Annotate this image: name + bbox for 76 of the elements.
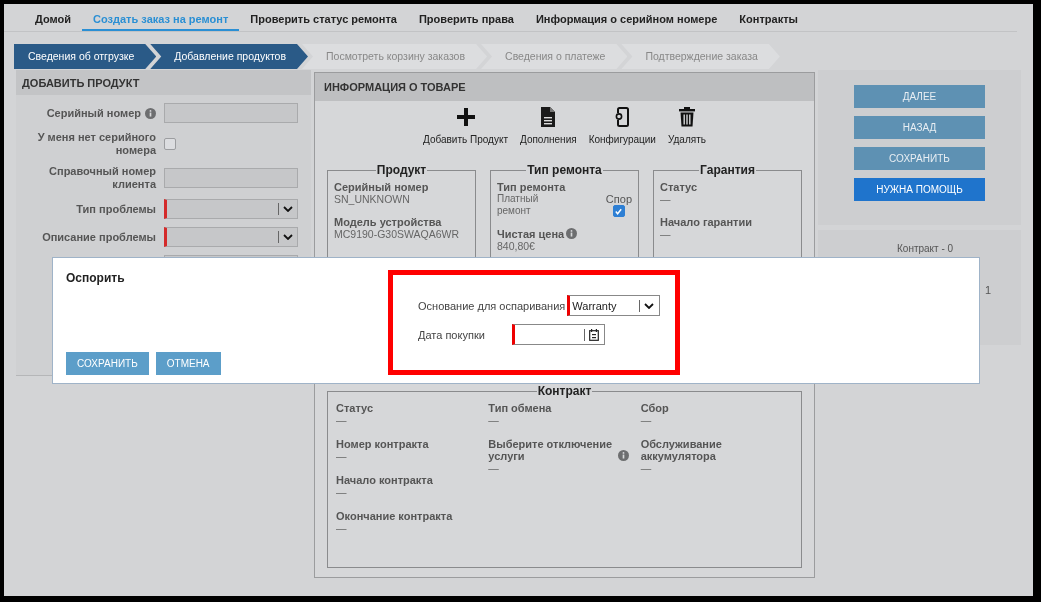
info-icon (566, 228, 578, 239)
info-label: Выберите отключение услуги (488, 438, 614, 462)
info-value: Платный ремонт (497, 193, 539, 217)
text-field[interactable] (164, 168, 298, 188)
nav-tab[interactable]: Домой (24, 4, 83, 31)
field-label: Основание для оспаривания (418, 299, 566, 312)
info-label: Тип обмена (488, 402, 552, 414)
section-title: Продукт (375, 163, 428, 177)
info-icon (145, 107, 156, 119)
info-value: 840,80€ (497, 240, 536, 252)
nav-tab[interactable]: Проверить права (407, 4, 525, 31)
info-label: Начало контракта (336, 474, 433, 486)
field-label: Тип проблемы (76, 202, 156, 216)
toolbar-button[interactable]: Добавить Продукт (423, 107, 508, 145)
section-title: Тип ремонта (526, 163, 603, 177)
info-label: Начало гарантии (660, 216, 752, 228)
field-label: Дата покупки (418, 328, 486, 341)
info-value: SN_UNKNOWN (334, 193, 411, 205)
chevron-down-icon (644, 302, 655, 309)
checkbox[interactable] (612, 205, 625, 217)
info-label: Серийный номер (334, 181, 429, 193)
info-value: — (488, 462, 500, 474)
info-value: — (336, 450, 348, 462)
field-label: Описание проблемы (42, 230, 156, 244)
contract-count: Контракт - 0 (897, 243, 954, 254)
chevron-down-icon (283, 234, 293, 240)
info-value: — (336, 414, 348, 426)
checkbox[interactable] (164, 138, 176, 150)
info-label: Номер контракта (336, 438, 429, 450)
info-value: — (660, 228, 672, 240)
field-label: Справочный номер клиента (48, 165, 156, 191)
info-label: Обслуживание аккумулятора (640, 438, 723, 462)
select-field[interactable] (164, 227, 298, 247)
info-value: MC9190-G30SWAQA6WR (334, 228, 461, 240)
date-field[interactable] (512, 324, 605, 345)
panel-header: ДОБАВИТЬ ПРОДУКТ (16, 70, 311, 95)
info-value: — (640, 462, 653, 474)
info-value: — (336, 486, 348, 498)
info-label: Чистая цена (497, 228, 565, 240)
nav-tab[interactable]: Информация о серийном номере (524, 4, 729, 31)
section-title: Гарантия (699, 163, 756, 177)
trash-icon (678, 107, 695, 127)
info-icon (618, 450, 630, 461)
text-field[interactable] (164, 103, 298, 123)
section-title: Контракт (536, 384, 593, 398)
info-value: — (660, 193, 672, 205)
info-value: — (640, 414, 653, 426)
info-label: Статус (336, 402, 374, 414)
calendar-icon (589, 328, 599, 341)
toolbar-button[interactable]: Удалять (667, 107, 706, 145)
nav-tab[interactable]: Проверить статус ремонта (239, 4, 408, 31)
action-button[interactable]: НУЖНА ПОМОЩЬ (854, 178, 985, 201)
select-field[interactable] (164, 199, 298, 219)
dialog-title: Оспорить (66, 271, 126, 285)
info-value: — (336, 522, 348, 534)
info-label: Окончание контракта (336, 510, 453, 522)
checkbox-label: Спор (605, 193, 632, 205)
info-label: Статус (660, 181, 698, 193)
toolbar-button[interactable]: Дополнения (520, 107, 577, 145)
toolbar-button[interactable]: Конфигурации (588, 107, 656, 145)
chevron-down-icon (283, 206, 293, 212)
document-icon (540, 107, 557, 127)
nav-tab[interactable]: Контракты (728, 4, 809, 31)
info-label: Тип ремонта (497, 181, 566, 193)
panel-header: ИНФОРМАЦИЯ О ТОВАРЕ (315, 73, 814, 101)
count-text: 1 (985, 284, 992, 296)
phone-gear-icon (614, 107, 631, 127)
field-label: Серийный номер (46, 106, 141, 120)
info-label: Модель устройства (334, 216, 442, 228)
wizard-step[interactable]: Сведения об отгрузке (14, 44, 157, 69)
info-value: — (488, 414, 500, 426)
field-label: У меня нет серийного номера (36, 131, 156, 157)
info-label: Сбор (640, 402, 669, 414)
wizard-step[interactable]: Добавление продуктов (150, 44, 308, 69)
plus-icon (455, 107, 476, 127)
select-field[interactable]: Warranty (567, 295, 661, 316)
